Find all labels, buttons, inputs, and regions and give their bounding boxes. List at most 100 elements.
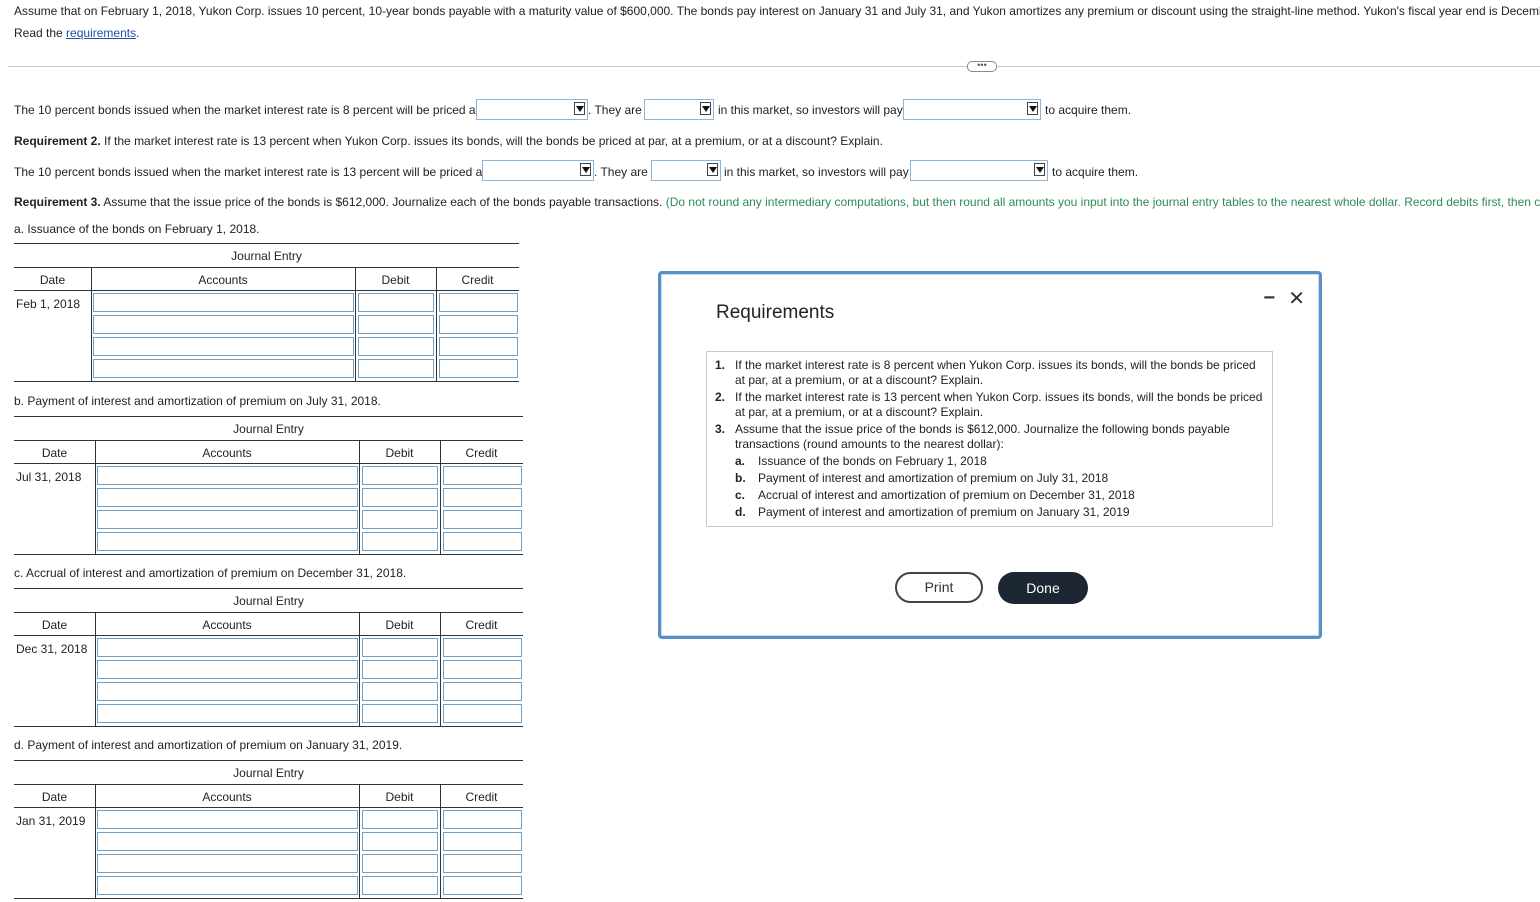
- requirement-text: Assume that the issue price of the bonds…: [735, 422, 1230, 451]
- journal-column-divider: [95, 612, 96, 726]
- debit-input[interactable]: [362, 876, 438, 895]
- credit-input[interactable]: [443, 638, 522, 657]
- debit-input[interactable]: [362, 704, 438, 723]
- journal-title: Journal Entry: [233, 594, 304, 608]
- account-input[interactable]: [97, 510, 358, 529]
- credit-input[interactable]: [443, 854, 522, 873]
- req2-text-a: The 10 percent bonds issued when the mar…: [14, 165, 486, 179]
- credit-input[interactable]: [443, 876, 522, 895]
- credit-header: Credit: [465, 618, 498, 632]
- problem-intro: Assume that on February 1, 2018, Yukon C…: [14, 4, 1540, 18]
- req2-text-d: to acquire them.: [1052, 165, 1139, 179]
- credit-input[interactable]: [443, 510, 522, 529]
- requirement-subitem: c. Accrual of interest and amortization …: [735, 488, 1255, 503]
- journal-caption: b. Payment of interest and amortization …: [14, 394, 381, 408]
- journal-column-divider: [359, 784, 360, 898]
- debit-input[interactable]: [362, 638, 438, 657]
- account-input[interactable]: [97, 532, 358, 551]
- req2-investors-dropdown[interactable]: [910, 160, 1048, 181]
- journal-title: Journal Entry: [233, 422, 304, 436]
- debit-input[interactable]: [362, 854, 438, 873]
- journal-header-rule: [14, 612, 523, 613]
- credit-input[interactable]: [443, 682, 522, 701]
- credit-input[interactable]: [443, 660, 522, 679]
- section-divider: [8, 66, 1540, 67]
- credit-input[interactable]: [439, 293, 518, 312]
- credit-input[interactable]: [443, 532, 522, 551]
- journal-title: Journal Entry: [231, 249, 302, 263]
- debit-input[interactable]: [362, 510, 438, 529]
- journal-bottom-rule: [14, 898, 523, 899]
- chevron-down-icon: [707, 163, 718, 176]
- account-input[interactable]: [97, 876, 358, 895]
- req1-text-c: in this market, so investors will pay: [718, 103, 903, 117]
- account-input[interactable]: [93, 359, 354, 378]
- account-input[interactable]: [97, 810, 358, 829]
- req3-line: Requirement 3. Assume that the issue pri…: [14, 195, 1540, 209]
- debit-input[interactable]: [358, 293, 434, 312]
- minimize-icon[interactable]: −: [1263, 287, 1275, 310]
- debit-input[interactable]: [362, 488, 438, 507]
- credit-header: Credit: [465, 790, 498, 804]
- done-button[interactable]: Done: [998, 572, 1088, 604]
- req1-price-dropdown[interactable]: [476, 99, 588, 120]
- journal-column-divider: [95, 784, 96, 898]
- subitem-text: Accrual of interest and amortization of …: [758, 488, 1135, 502]
- close-icon[interactable]: ✕: [1288, 286, 1305, 311]
- req3-question: Assume that the issue price of the bonds…: [103, 195, 663, 209]
- account-input[interactable]: [93, 337, 354, 356]
- print-button[interactable]: Print: [895, 572, 983, 603]
- account-input[interactable]: [97, 488, 358, 507]
- debit-header: Debit: [385, 446, 414, 460]
- debit-input[interactable]: [358, 315, 434, 334]
- req2-text-c: in this market, so investors will pay: [724, 165, 909, 179]
- debit-input[interactable]: [362, 660, 438, 679]
- read-requirements-line: Read the requirements.: [14, 26, 139, 40]
- debit-input[interactable]: [358, 359, 434, 378]
- credit-header: Credit: [461, 273, 494, 287]
- account-input[interactable]: [97, 682, 358, 701]
- account-input[interactable]: [97, 854, 358, 873]
- accounts-header: Accounts: [198, 273, 248, 287]
- req2-price-dropdown[interactable]: [482, 160, 594, 181]
- debit-input[interactable]: [362, 682, 438, 701]
- requirement-subitem: a. Issuance of the bonds on February 1, …: [735, 454, 1255, 469]
- journal-top-rule: [14, 416, 523, 417]
- account-input[interactable]: [97, 638, 358, 657]
- journal-column-divider: [440, 440, 441, 554]
- account-input[interactable]: [97, 660, 358, 679]
- requirements-link[interactable]: requirements: [66, 26, 136, 40]
- journal-column-rule: [14, 290, 519, 291]
- requirement-item: 2. If the market interest rate is 13 per…: [715, 390, 1265, 420]
- debit-input[interactable]: [362, 832, 438, 851]
- requirement-number: 1.: [715, 358, 726, 372]
- journal-top-rule: [14, 588, 523, 589]
- account-input[interactable]: [97, 466, 358, 485]
- credit-input[interactable]: [439, 337, 518, 356]
- req1-market-dropdown[interactable]: [644, 99, 714, 120]
- journal-column-rule: [14, 635, 523, 636]
- req2-market-dropdown[interactable]: [651, 160, 721, 181]
- req2-question-line: Requirement 2. If the market interest ra…: [14, 134, 883, 148]
- debit-input[interactable]: [362, 810, 438, 829]
- credit-input[interactable]: [443, 488, 522, 507]
- account-input[interactable]: [93, 293, 354, 312]
- expand-handle-icon[interactable]: •••: [967, 61, 997, 72]
- req2-label: Requirement 2.: [14, 134, 101, 148]
- debit-input[interactable]: [362, 532, 438, 551]
- credit-input[interactable]: [443, 704, 522, 723]
- credit-input[interactable]: [443, 832, 522, 851]
- debit-input[interactable]: [358, 337, 434, 356]
- req1-investors-dropdown[interactable]: [903, 99, 1041, 120]
- accounts-header: Accounts: [202, 790, 252, 804]
- account-input[interactable]: [93, 315, 354, 334]
- credit-input[interactable]: [439, 315, 518, 334]
- credit-input[interactable]: [443, 810, 522, 829]
- requirement-subitem: b. Payment of interest and amortization …: [735, 471, 1255, 486]
- account-input[interactable]: [97, 832, 358, 851]
- date-header: Date: [41, 790, 68, 804]
- account-input[interactable]: [97, 704, 358, 723]
- credit-input[interactable]: [443, 466, 522, 485]
- debit-input[interactable]: [362, 466, 438, 485]
- credit-input[interactable]: [439, 359, 518, 378]
